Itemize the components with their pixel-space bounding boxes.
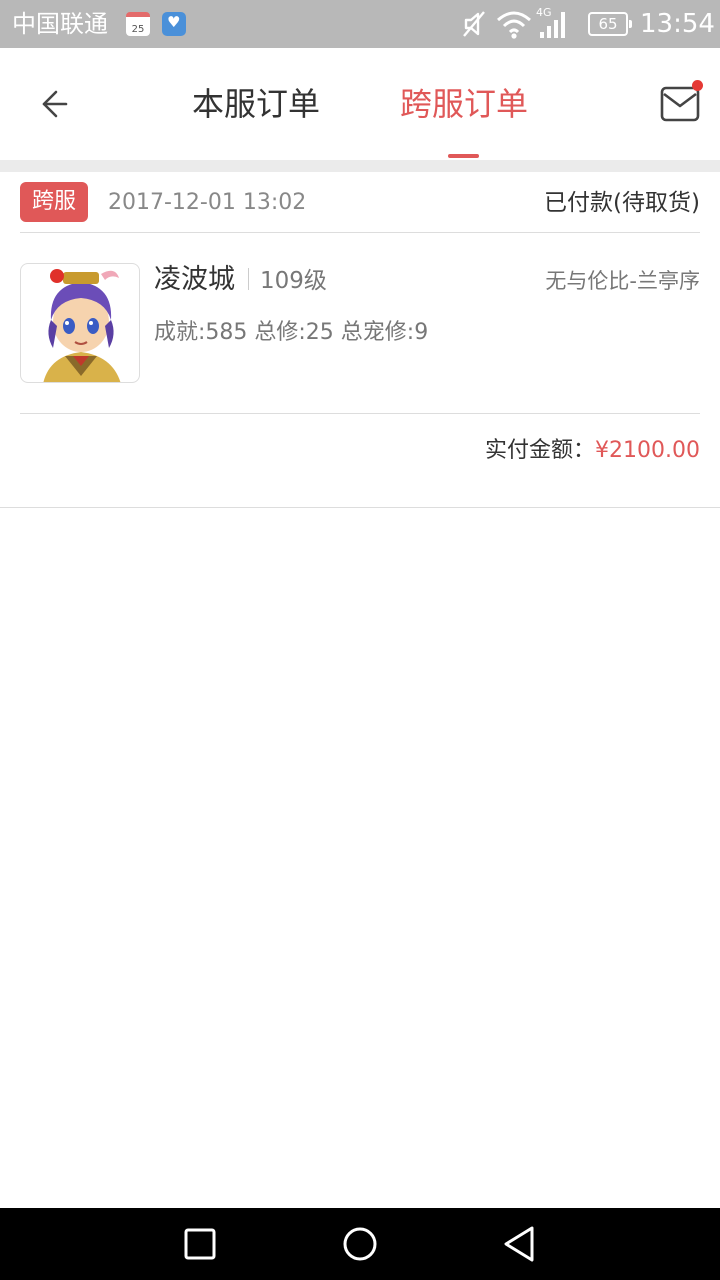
character-level: 109级	[260, 268, 327, 294]
back-triangle-icon[interactable]	[498, 1222, 542, 1266]
recent-apps-icon[interactable]	[178, 1222, 222, 1266]
status-bar: 中国联通 25 4G 65 13:54	[0, 0, 720, 48]
order-time: 2017-12-01 13:02	[108, 190, 307, 215]
divider	[20, 232, 700, 233]
character-stats: 成就:585 总修:25 总宠修:9	[154, 320, 429, 345]
calendar-icon: 25	[126, 12, 150, 36]
network-type-label: 4G	[536, 6, 552, 19]
home-icon[interactable]	[338, 1222, 382, 1266]
battery-icon: 65	[588, 12, 632, 36]
mail-icon[interactable]	[660, 86, 700, 122]
wifi-icon	[497, 11, 531, 39]
tab-cross-server-orders[interactable]: 跨服订单	[400, 82, 528, 126]
header: 本服订单 跨服订单	[0, 48, 720, 160]
server-name: 无与伦比-兰亭序	[545, 269, 700, 293]
order-header: 跨服 2017-12-01 13:02 已付款(待取货)	[0, 172, 720, 234]
arrow-left-icon[interactable]	[30, 82, 78, 126]
divider	[20, 413, 700, 414]
cross-server-badge: 跨服	[20, 182, 88, 222]
character-portrait-image	[43, 269, 121, 382]
signal-icon: 4G	[536, 6, 565, 38]
section-gap	[0, 160, 720, 172]
divider	[0, 507, 720, 508]
character-avatar[interactable]	[20, 263, 140, 383]
carrier-name: 中国联通	[12, 10, 108, 38]
order-status: 已付款(待取货)	[544, 190, 700, 216]
amount-label: 实付金额：	[485, 438, 596, 463]
character-class: 凌波城	[154, 264, 235, 295]
payment-amount-row: 实付金额：¥2100.00	[485, 434, 700, 468]
notification-dot	[692, 80, 703, 91]
system-nav-bar	[0, 1208, 720, 1280]
mute-icon	[463, 11, 485, 37]
name-separator	[248, 268, 249, 290]
amount-value: ¥2100.00	[595, 438, 700, 463]
clock: 13:54	[640, 9, 715, 39]
health-icon	[162, 12, 186, 36]
active-tab-indicator	[448, 154, 479, 158]
tab-local-orders[interactable]: 本服订单	[192, 82, 320, 126]
